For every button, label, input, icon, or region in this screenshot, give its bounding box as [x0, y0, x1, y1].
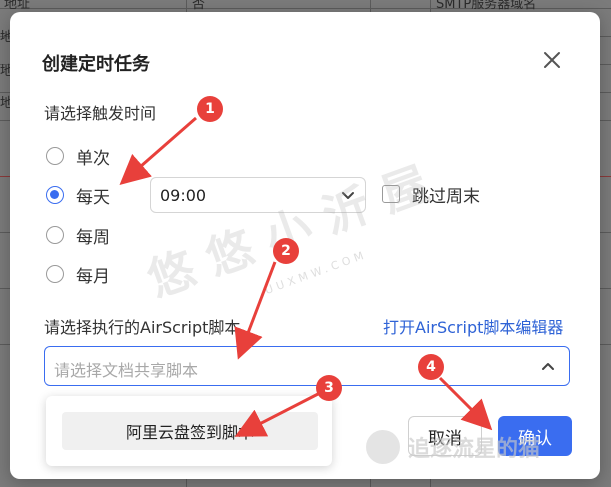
close-icon[interactable] [540, 48, 564, 72]
brand-watermark: 追逐流星的猫 [366, 430, 540, 464]
time-value: 09:00 [160, 186, 207, 205]
radio-label: 单次 [76, 148, 110, 169]
dialog-title: 创建定时任务 [42, 54, 150, 75]
radio-daily[interactable]: 每天 [46, 183, 110, 208]
radio-button[interactable] [46, 147, 64, 165]
brand-text: 追逐流星的猫 [408, 437, 541, 462]
radio-button-selected[interactable] [46, 186, 64, 204]
script-select[interactable]: 请选择文档共享脚本 [44, 346, 570, 386]
step-badge-4: 4 [418, 354, 444, 380]
radio-weekly[interactable]: 每周 [46, 223, 110, 248]
radio-once[interactable]: 单次 [46, 144, 110, 169]
radio-button[interactable] [46, 265, 64, 283]
trigger-time-label: 请选择触发时间 [44, 104, 157, 123]
radio-button[interactable] [46, 226, 64, 244]
cat-logo-icon [366, 430, 400, 464]
sheet-cell: 地址 [4, 0, 31, 12]
sheet-cell: 否 [192, 0, 206, 12]
script-label: 请选择执行的AirScript脚本 [44, 318, 241, 337]
radio-label: 每周 [76, 227, 110, 248]
step-badge-2: 2 [273, 238, 299, 264]
radio-monthly[interactable]: 每月 [46, 262, 110, 287]
radio-label: 每天 [76, 187, 110, 208]
step-badge-1: 1 [197, 96, 223, 122]
script-dropdown: 阿里云盘签到脚本 [46, 396, 332, 466]
chevron-up-icon [542, 363, 554, 370]
open-editor-link[interactable]: 打开AirScript脚本编辑器 [383, 314, 563, 338]
script-option[interactable]: 阿里云盘签到脚本 [62, 412, 318, 450]
script-placeholder: 请选择文档共享脚本 [54, 361, 199, 380]
sheet-cell: SMTP服务器域名 [436, 0, 537, 12]
radio-label: 每月 [76, 266, 110, 287]
step-badge-3: 3 [316, 375, 342, 401]
